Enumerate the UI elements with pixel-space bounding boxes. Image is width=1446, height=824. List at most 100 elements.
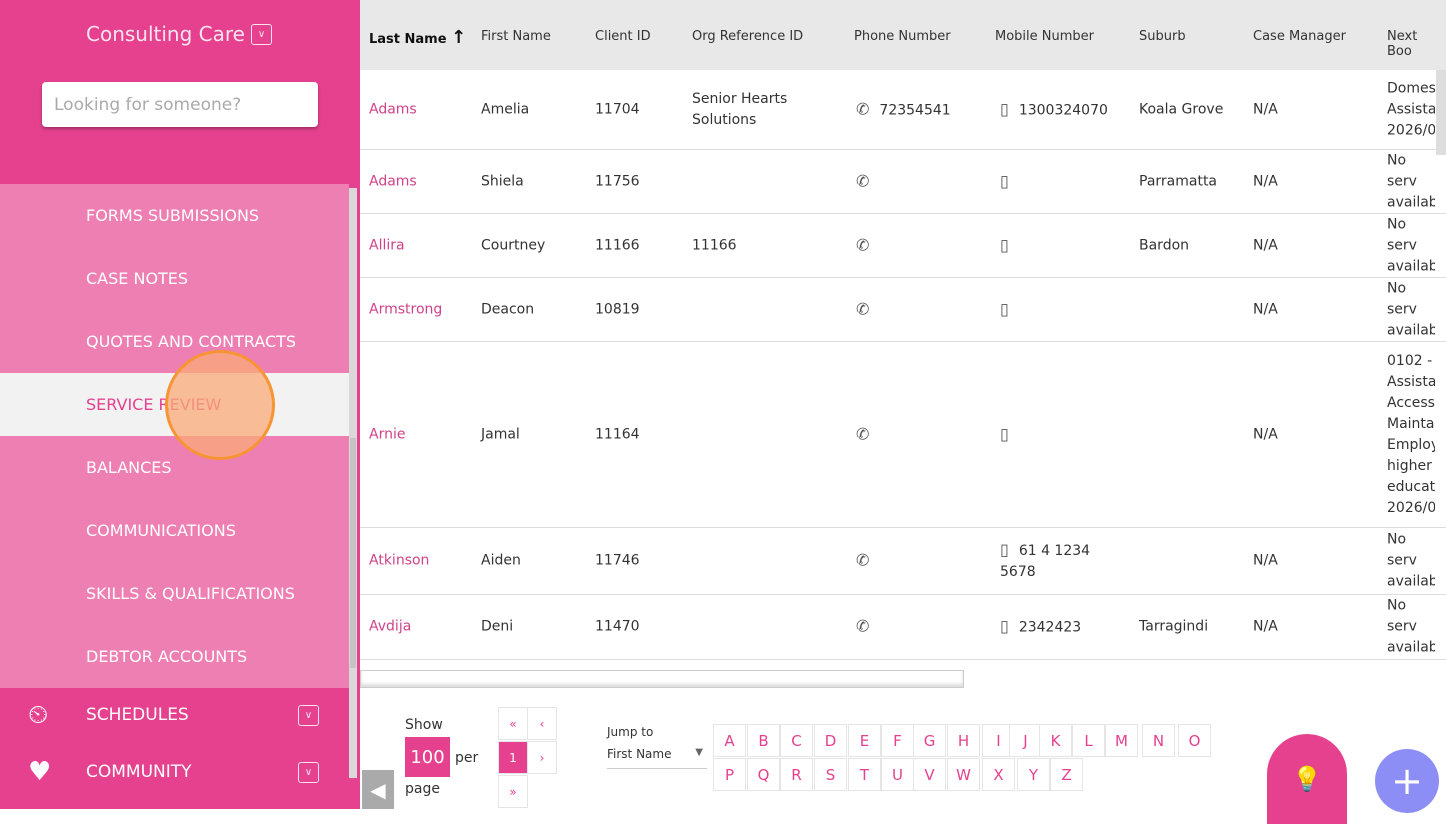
jump-letter-n[interactable]: N bbox=[1142, 724, 1175, 757]
jump-letter-y[interactable]: Y bbox=[1017, 758, 1050, 791]
column-label: Suburb bbox=[1139, 29, 1186, 44]
table-row[interactable]: Armstrong Deacon 10819 ✆ ▯ N/A No serv a… bbox=[360, 278, 1446, 342]
tips-lightbulb-button[interactable]: 💡 bbox=[1267, 734, 1347, 824]
mobile-icon: ▯ bbox=[1000, 171, 1009, 190]
last-name-link[interactable]: Allira bbox=[369, 235, 405, 256]
column-header-org-reference-id[interactable]: Org Reference ID bbox=[692, 29, 803, 44]
org-dropdown-chevron-icon[interactable]: ∨ bbox=[251, 24, 272, 45]
jump-letter-w[interactable]: W bbox=[947, 758, 980, 791]
jump-letter-p[interactable]: P bbox=[713, 758, 746, 791]
next-booking: No serv availab bbox=[1387, 597, 1435, 656]
jump-letter-t[interactable]: T bbox=[848, 758, 881, 791]
table-vertical-scrollbar[interactable] bbox=[1436, 70, 1446, 155]
client-id: 10819 bbox=[595, 301, 640, 317]
add-button[interactable]: + bbox=[1375, 749, 1439, 813]
first-page-button[interactable]: « bbox=[498, 707, 528, 740]
sidebar-item-schedules[interactable]: ⏲ SCHEDULES ∨ bbox=[0, 690, 349, 740]
sidebar-item-label: SKILLS & QUALIFICATIONS bbox=[86, 584, 295, 603]
jump-letter-o[interactable]: O bbox=[1178, 724, 1211, 757]
org-reference-id: Senior Hearts Solutions bbox=[692, 90, 788, 128]
phone-icon: ✆ bbox=[856, 235, 870, 254]
client-id: 11164 bbox=[595, 426, 640, 442]
case-manager: N/A bbox=[1253, 552, 1278, 569]
last-name-link[interactable]: Adams bbox=[369, 99, 417, 120]
column-header-next-boo[interactable]: Next Boo bbox=[1387, 29, 1446, 59]
table-row[interactable]: Avdija Deni 11470 ✆ ▯ 2342423 Tarragindi … bbox=[360, 595, 1446, 660]
column-header-suburb[interactable]: Suburb bbox=[1139, 29, 1186, 44]
sidebar-item-balances[interactable]: BALANCES bbox=[0, 436, 349, 499]
column-label: Org Reference ID bbox=[692, 29, 804, 44]
case-manager: N/A bbox=[1253, 301, 1278, 317]
jump-letter-h[interactable]: H bbox=[947, 724, 980, 757]
case-manager: N/A bbox=[1253, 426, 1278, 442]
jump-letter-b[interactable]: B bbox=[747, 724, 780, 757]
jump-letter-j[interactable]: J bbox=[1009, 724, 1042, 757]
last-name-link[interactable]: Adams bbox=[369, 171, 417, 192]
sidebar-item-forms-submissions[interactable]: FORMS SUBMISSIONS bbox=[0, 184, 349, 247]
jump-letter-r[interactable]: R bbox=[780, 758, 813, 791]
plus-icon: + bbox=[1391, 759, 1423, 803]
sidebar-item-debtor-accounts[interactable]: DEBTOR ACCOUNTS bbox=[0, 625, 349, 688]
jump-letter-l[interactable]: L bbox=[1072, 724, 1105, 757]
jump-letter-u[interactable]: U bbox=[881, 758, 914, 791]
column-header-phone-number[interactable]: Phone Number bbox=[854, 29, 951, 44]
suburb: Bardon bbox=[1139, 237, 1190, 253]
jump-letter-g[interactable]: G bbox=[913, 724, 946, 757]
dropdown-arrow-icon: ▼ bbox=[695, 747, 703, 758]
jump-letter-a[interactable]: A bbox=[713, 724, 746, 757]
jump-letter-s[interactable]: S bbox=[814, 758, 847, 791]
column-header-last-name[interactable]: Last Name ↑ bbox=[369, 27, 466, 48]
sidebar-item-quotes-and-contracts[interactable]: QUOTES AND CONTRACTS bbox=[0, 310, 349, 373]
column-header-first-name[interactable]: First Name bbox=[481, 29, 551, 44]
jump-letter-z[interactable]: Z bbox=[1050, 758, 1083, 791]
per-page-select[interactable]: 100 bbox=[405, 737, 450, 777]
column-label: Next Boo bbox=[1387, 29, 1418, 59]
sidebar-item-case-notes[interactable]: CASE NOTES bbox=[0, 247, 349, 310]
mobile-number: 2342423 bbox=[1018, 619, 1082, 636]
jump-letter-k[interactable]: K bbox=[1039, 724, 1072, 757]
column-header-mobile-number[interactable]: Mobile Number bbox=[995, 29, 1094, 44]
next-page-button[interactable]: › bbox=[527, 741, 557, 774]
column-label: Client ID bbox=[595, 29, 651, 44]
jump-letter-f[interactable]: F bbox=[881, 724, 914, 757]
jump-letter-x[interactable]: X bbox=[982, 758, 1015, 791]
jump-letter-v[interactable]: V bbox=[913, 758, 946, 791]
mobile-icon: ▯ bbox=[1000, 235, 1009, 254]
sidebar-item-skills-qualifications[interactable]: SKILLS & QUALIFICATIONS bbox=[0, 562, 349, 625]
sidebar-scrollbar[interactable] bbox=[349, 188, 357, 778]
jump-field-select[interactable]: First Name ▼ bbox=[607, 744, 707, 769]
table-row[interactable]: Adams Shiela 11756 ✆ ▯ Parramatta N/A No… bbox=[360, 150, 1446, 214]
table-row[interactable]: Allira Courtney 11166 11166 ✆ ▯ Bardon N… bbox=[360, 214, 1446, 278]
last-name-link[interactable]: Atkinson bbox=[369, 551, 429, 572]
suburb: Tarragindi bbox=[1139, 618, 1209, 635]
last-name-link[interactable]: Avdija bbox=[369, 617, 411, 638]
phone-number: 72354541 bbox=[879, 102, 951, 118]
collapse-sidebar-button[interactable]: ◀ bbox=[362, 770, 394, 809]
table-horizontal-scrollbar[interactable] bbox=[360, 670, 964, 688]
expand-chevron-icon[interactable]: ∨ bbox=[298, 762, 319, 783]
last-name-link[interactable]: Arnie bbox=[369, 424, 405, 445]
first-name: Amelia bbox=[481, 101, 530, 117]
next-booking: Domes Assista 2026/0 bbox=[1387, 80, 1435, 138]
column-label: Case Manager bbox=[1253, 29, 1346, 44]
phone-icon: ✆ bbox=[856, 299, 870, 318]
table-row[interactable]: Adams Amelia 11704 Senior Hearts Solutio… bbox=[360, 70, 1446, 150]
sidebar-item-communications[interactable]: COMMUNICATIONS bbox=[0, 499, 349, 562]
prev-page-button[interactable]: ‹ bbox=[527, 707, 557, 740]
jump-letter-q[interactable]: Q bbox=[747, 758, 780, 791]
jump-letter-m[interactable]: M bbox=[1105, 724, 1138, 757]
jump-letter-d[interactable]: D bbox=[814, 724, 847, 757]
last-page-button[interactable]: » bbox=[498, 775, 528, 808]
column-header-client-id[interactable]: Client ID bbox=[595, 29, 651, 44]
page-1-button[interactable]: 1 bbox=[498, 741, 528, 774]
column-header-case-manager[interactable]: Case Manager bbox=[1253, 29, 1346, 44]
jump-letter-c[interactable]: C bbox=[780, 724, 813, 757]
jump-letter-e[interactable]: E bbox=[848, 724, 881, 757]
expand-chevron-icon[interactable]: ∨ bbox=[298, 705, 319, 726]
table-row[interactable]: Atkinson Aiden 11746 ✆ ▯ 61 4 1234 5678 N… bbox=[360, 528, 1446, 595]
last-name-link[interactable]: Armstrong bbox=[369, 299, 442, 320]
client-search-input[interactable] bbox=[42, 82, 318, 127]
next-booking: No serv availab bbox=[1387, 280, 1435, 338]
sidebar-item-community[interactable]: ♥ COMMUNITY ∨ bbox=[0, 747, 349, 797]
table-row[interactable]: Arnie Jamal 11164 ✆ ▯ N/A 0102 - Assista… bbox=[360, 342, 1446, 528]
